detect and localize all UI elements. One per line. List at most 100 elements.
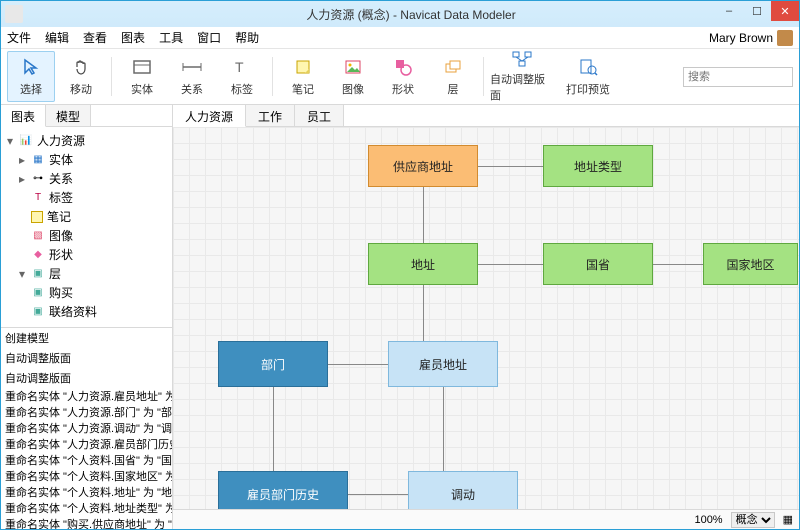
avatar [777,30,793,46]
log-line: 重命名实体 "人力资源.调动" 为 "调动" [1,420,172,436]
canvas-tab[interactable]: 员工 [295,105,344,126]
tool-label[interactable]: T 标签 [218,51,266,102]
entity-address[interactable]: 地址 [368,243,478,285]
connector [478,166,543,167]
label-icon: T [31,191,45,205]
entity-emp-dept-history[interactable]: 雇员部门历史 [218,471,348,509]
layer-icon: ▣ [31,267,45,281]
log-line: 重命名实体 "个人资料.国家地区" 为 "国家 [1,468,172,484]
body: 图表 模型 ▾📊人力资源 ▸▦实体 ▸⊶关系 T标签 笔记 ▧图像 ◆形状 ▾▣… [1,105,799,529]
log-line: 重命名实体 "个人资料.地址" 为 "地址" [1,484,172,500]
tool-entity[interactable]: 实体 [118,51,166,102]
hand-icon [70,56,92,78]
mode-select[interactable]: 概念 [731,512,775,528]
left-panel: 图表 模型 ▾📊人力资源 ▸▦实体 ▸⊶关系 T标签 笔记 ▧图像 ◆形状 ▾▣… [1,105,173,529]
toolbar-search [683,67,793,87]
tool-note[interactable]: 笔记 [279,51,327,102]
canvas-area: 人力资源 工作 员工 供应商地址 地址类型 地址 国省 国家地区 部门 雇员地址 [173,105,799,529]
cursor-icon [20,56,42,78]
toolbar-separator [111,57,112,96]
log-line: 自动调整版面 [1,348,172,368]
image-icon [342,56,364,78]
search-input[interactable] [683,67,793,87]
tool-image-label: 图像 [342,81,364,97]
image-icon: ▧ [31,229,45,243]
canvas[interactable]: 供应商地址 地址类型 地址 国省 国家地区 部门 雇员地址 雇员部门历史 [173,127,799,509]
log-line: 重命名实体 "人力资源.雇员地址" 为 "雇员 [1,388,172,404]
close-button[interactable]: ✕ [771,1,799,21]
menu-diagram[interactable]: 图表 [121,29,145,46]
entity-province[interactable]: 国省 [543,243,653,285]
note-icon [292,56,314,78]
tree-layer-child[interactable]: ▣购买 [3,283,170,302]
tab-model[interactable]: 模型 [46,105,91,126]
log-panel: 创建模型 自动调整版面 自动调整版面 重命名实体 "人力资源.雇员地址" 为 "… [1,327,172,529]
app-window: 人力资源 (概念) - Navicat Data Modeler – ☐ ✕ 文… [0,0,800,530]
tool-autolayout-label: 自动调整版面 [490,71,554,103]
menu-window[interactable]: 窗口 [197,29,221,46]
tree[interactable]: ▾📊人力资源 ▸▦实体 ▸⊶关系 T标签 笔记 ▧图像 ◆形状 ▾▣层 ▣购买 … [1,127,172,327]
canvas-tab[interactable]: 工作 [246,105,295,126]
minimize-button[interactable]: – [715,1,743,21]
entity-supplier-address[interactable]: 供应商地址 [368,145,478,187]
layer-icon [442,56,464,78]
tool-image[interactable]: 图像 [329,51,377,102]
tab-diagram[interactable]: 图表 [1,105,46,127]
connector [478,264,543,265]
connector [653,264,703,265]
tree-shape[interactable]: ◆形状 [3,245,170,264]
log-line: 自动调整版面 [1,368,172,388]
statusbar: 100% 概念 ▦ [173,509,799,529]
menu-edit[interactable]: 编辑 [45,29,69,46]
layer-icon: ▣ [31,305,45,319]
window-controls: – ☐ ✕ [715,1,799,21]
log-line: 重命名实体 "人力资源.雇员部门历史" 为 [1,436,172,452]
tree-layer-child[interactable]: ▣联络资料 [3,302,170,321]
entity-employee-address[interactable]: 雇员地址 [388,341,498,387]
tree-entity[interactable]: ▸▦实体 [3,150,170,169]
tool-autolayout[interactable]: 自动调整版面 [490,51,554,102]
autolayout-icon [511,50,533,68]
tree-root[interactable]: ▾📊人力资源 [3,131,170,150]
menu-tools[interactable]: 工具 [159,29,183,46]
tool-move[interactable]: 移动 [57,51,105,102]
tree-label[interactable]: T标签 [3,188,170,207]
log-line: 重命名实体 "个人资料.地址类型" 为 "地址 [1,500,172,516]
svg-text:T: T [235,59,244,75]
entity-country[interactable]: 国家地区 [703,243,798,285]
log-line: 重命名实体 "个人资料.国省" 为 "国省" [1,452,172,468]
app-icon [5,5,23,23]
entity-transfer[interactable]: 调动 [408,471,518,509]
tree-image[interactable]: ▧图像 [3,226,170,245]
log-line: 重命名实体 "购买.供应商地址" 为 "供应商 [1,516,172,529]
shape-icon: ◆ [31,248,45,262]
relation-icon: ⊶ [31,172,45,186]
menu-help[interactable]: 帮助 [235,29,259,46]
tree-relation[interactable]: ▸⊶关系 [3,169,170,188]
user-name: Mary Brown [709,31,773,45]
entity-icon: ▦ [31,153,45,167]
entity-department[interactable]: 部门 [218,341,328,387]
tree-layer[interactable]: ▾▣层 [3,264,170,283]
tool-print-preview[interactable]: 打印预览 [556,51,620,102]
menu-view[interactable]: 查看 [83,29,107,46]
menu-file[interactable]: 文件 [7,29,31,46]
window-title: 人力资源 (概念) - Navicat Data Modeler [23,6,799,23]
maximize-button[interactable]: ☐ [743,1,771,21]
tree-note[interactable]: 笔记 [3,207,170,226]
shape-icon [392,56,414,78]
canvas-tab[interactable]: 人力资源 [173,105,246,127]
user-info[interactable]: Mary Brown [709,30,793,46]
tool-select[interactable]: 选择 [7,51,55,102]
layer-icon: ▣ [31,286,45,300]
canvas-tabs: 人力资源 工作 员工 [173,105,799,127]
tool-select-label: 选择 [20,81,42,97]
tool-relation-label: 关系 [181,81,203,97]
tool-shape[interactable]: 形状 [379,51,427,102]
tool-layer[interactable]: 层 [429,51,477,102]
entity-address-type[interactable]: 地址类型 [543,145,653,187]
entity-icon [131,56,153,78]
grid-icon[interactable]: ▦ [783,513,793,526]
tool-relation[interactable]: 关系 [168,51,216,102]
print-preview-icon [577,56,599,78]
